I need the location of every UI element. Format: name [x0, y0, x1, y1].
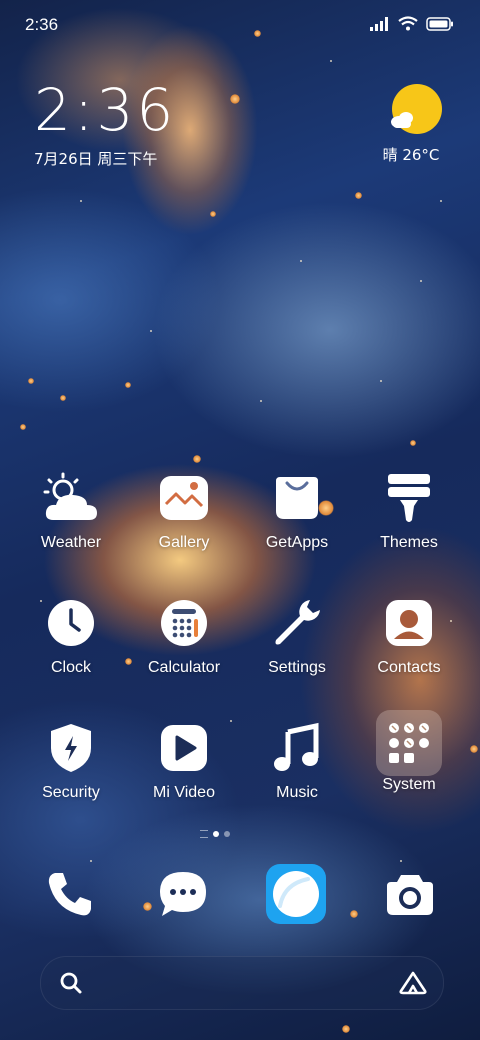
- battery-icon: [426, 16, 453, 31]
- calculator-icon: [154, 593, 214, 653]
- widget-date: 7月26日 周三下午: [34, 150, 158, 168]
- getapps-icon: [267, 468, 327, 528]
- status-time: 2:36: [25, 15, 59, 34]
- app-gallery[interactable]: Gallery: [134, 468, 234, 552]
- app-label: Contacts: [377, 659, 441, 676]
- app-getapps[interactable]: GetApps: [247, 468, 347, 552]
- sun-cloud-icon: [391, 84, 442, 134]
- app-weather[interactable]: Weather: [21, 468, 121, 552]
- signal-icon: [370, 16, 388, 31]
- system-folder-icon: [376, 710, 442, 776]
- status-bar: 2:36: [0, 0, 480, 50]
- wifi-icon: [398, 16, 418, 31]
- clock-icon: [41, 593, 101, 653]
- page-indicator-list: [200, 830, 208, 838]
- app-label: Weather: [40, 534, 102, 551]
- dock-phone[interactable]: [40, 864, 100, 924]
- app-mi-video[interactable]: Mi Video: [134, 718, 234, 802]
- app-label: Gallery: [158, 534, 210, 551]
- settings-icon: [267, 593, 327, 653]
- app-contacts[interactable]: Contacts: [359, 593, 459, 677]
- app-label: Settings: [268, 659, 326, 676]
- messages-icon: [160, 872, 206, 916]
- phone-icon: [48, 873, 91, 916]
- search-icon[interactable]: [59, 971, 83, 995]
- page-indicator[interactable]: [200, 830, 230, 838]
- browser-icon: [266, 864, 326, 924]
- app-clock[interactable]: Clock: [21, 593, 121, 677]
- clock-widget[interactable]: 2:36 7月26日 周三下午: [34, 78, 176, 169]
- app-label: Calculator: [147, 659, 221, 676]
- app-settings[interactable]: Settings: [247, 593, 347, 677]
- weather-widget[interactable]: 晴 26°C: [383, 84, 446, 165]
- app-music[interactable]: Music: [247, 718, 347, 802]
- app-calculator[interactable]: Calculator: [134, 593, 234, 677]
- dock-browser[interactable]: [266, 864, 326, 924]
- contacts-icon: [379, 593, 439, 653]
- dock-camera[interactable]: [380, 864, 440, 924]
- search-bar[interactable]: [40, 956, 444, 1010]
- app-themes[interactable]: Themes: [359, 468, 459, 552]
- music-icon: [267, 718, 327, 778]
- page-indicator-dot: [224, 831, 230, 837]
- app-label: Mi Video: [153, 784, 215, 801]
- assistant-icon[interactable]: [399, 971, 427, 995]
- app-label: GetApps: [265, 534, 329, 551]
- app-security[interactable]: Security: [21, 718, 121, 802]
- security-icon: [41, 718, 101, 778]
- widget-time: 2:36: [34, 76, 177, 144]
- app-label: Themes: [380, 534, 438, 551]
- camera-icon: [387, 875, 433, 915]
- weather-icon: [41, 468, 101, 528]
- app-label: Clock: [50, 659, 91, 676]
- mi-video-icon: [154, 718, 214, 778]
- app-system-folder[interactable]: System: [359, 710, 459, 794]
- dock-messages[interactable]: [153, 864, 213, 924]
- app-label: Security: [42, 784, 100, 801]
- weather-temp: 晴 26°C: [382, 146, 440, 164]
- app-label: Music: [276, 784, 318, 801]
- gallery-icon: [154, 468, 214, 528]
- app-label: System: [382, 776, 436, 793]
- themes-icon: [379, 468, 439, 528]
- page-indicator-dot-active: [213, 831, 219, 837]
